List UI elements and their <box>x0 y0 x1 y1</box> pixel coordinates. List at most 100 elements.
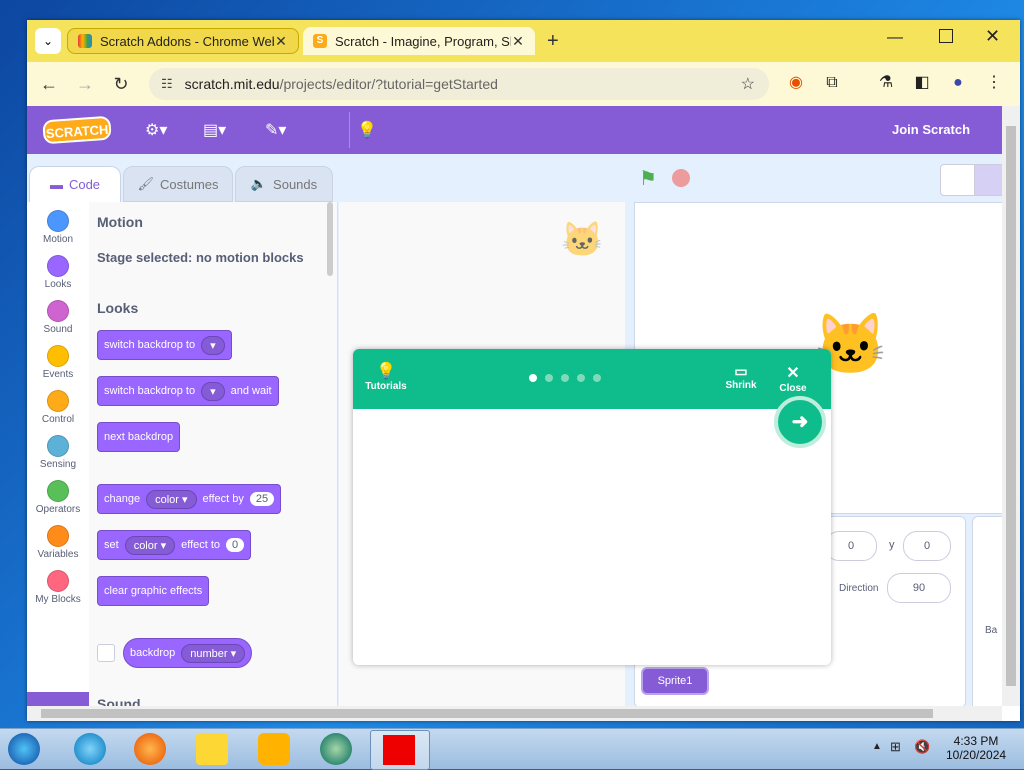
small-stage-button[interactable] <box>940 164 976 196</box>
forward-icon[interactable]: → <box>73 72 97 96</box>
next-step-arrow-icon[interactable]: ➜ <box>774 396 826 448</box>
block-switch-backdrop-and-wait[interactable]: switch backdrop to ▾ and wait <box>97 376 279 406</box>
block-next-backdrop[interactable]: next backdrop <box>97 422 181 452</box>
category-motion[interactable]: Motion <box>27 206 89 250</box>
menu-kebab-icon[interactable]: ⋮ <box>979 72 1009 94</box>
category-menu: Motion Looks Sound Events Control Sensin… <box>27 202 90 706</box>
dropdown-chevron-icon[interactable]: ▾ <box>201 381 225 401</box>
block-backdrop-number[interactable]: backdrop number ▾ <box>123 638 253 668</box>
volume-muted-icon[interactable]: 🔇 <box>914 739 930 755</box>
block-change-effect[interactable]: change color ▾ effect by 25 <box>97 484 282 514</box>
y-label: y <box>889 539 895 551</box>
internet-explorer-icon[interactable] <box>74 733 106 765</box>
extension-scratch-addons-icon[interactable]: ◉ <box>781 72 811 94</box>
extensions-icon[interactable]: ⧉ <box>817 72 847 94</box>
scroll-thumb[interactable] <box>41 709 933 718</box>
category-events[interactable]: Events <box>27 341 89 385</box>
tutorials-button[interactable]: 💡 Tutorials <box>361 361 411 392</box>
tab-title: Scratch Addons - Chrome Web Store <box>100 33 274 49</box>
join-scratch-link[interactable]: Join Scratch <box>892 122 970 137</box>
stop-icon[interactable] <box>672 169 690 187</box>
clock[interactable]: 4:33 PM 10/20/2024 <box>946 734 1006 762</box>
tab-costumes[interactable]: 🖌 Costumes <box>123 166 233 202</box>
tray-expand-icon[interactable]: ▲ <box>872 741 882 752</box>
category-sound[interactable]: Sound <box>27 296 89 340</box>
reload-icon[interactable]: ↻ <box>109 72 133 96</box>
minimize-button[interactable]: — <box>887 29 903 47</box>
media-player-icon[interactable] <box>258 733 290 765</box>
site-info-icon[interactable]: ☷ <box>161 76 173 92</box>
category-operators[interactable]: Operators <box>27 476 89 520</box>
tab-strip: ⌄ Scratch Addons - Chrome Web Store ✕ S … <box>27 20 1020 62</box>
green-flag-icon[interactable]: ⚑ <box>639 166 657 191</box>
tab-label: Costumes <box>159 176 219 192</box>
sprite-watermark-icon: 🐱 <box>561 221 604 259</box>
menu-divider <box>349 112 350 148</box>
new-tab-button[interactable]: + <box>547 30 559 53</box>
dropdown-chevron-icon[interactable]: ▾ <box>201 335 225 355</box>
direction-field[interactable]: 90 <box>887 573 951 603</box>
block-switch-backdrop[interactable]: switch backdrop to ▾ <box>97 330 232 360</box>
category-sensing[interactable]: Sensing <box>27 431 89 475</box>
maximize-button[interactable] <box>939 29 953 43</box>
scratch-logo[interactable]: SCRATCH <box>42 115 112 145</box>
speaker-icon: 🔈 <box>250 176 268 191</box>
network-icon[interactable]: ⊞ <box>890 739 901 755</box>
vertical-scrollbar[interactable] <box>1002 106 1020 706</box>
file-explorer-icon[interactable] <box>196 733 228 765</box>
category-looks[interactable]: Looks <box>27 251 89 295</box>
number-input[interactable]: 25 <box>249 492 275 506</box>
tutorial-video-area[interactable] <box>353 409 831 665</box>
tab-code[interactable]: ▬ Code <box>29 166 121 202</box>
step-dot-current[interactable] <box>529 374 537 382</box>
normal-stage-button[interactable] <box>974 164 1002 196</box>
profile-avatar-icon[interactable]: ● <box>943 72 973 94</box>
tutorials-lightbulb-icon[interactable]: 💡 <box>357 120 377 140</box>
extensions-button[interactable] <box>27 692 89 706</box>
bookmark-star-icon[interactable]: ☆ <box>741 74 755 94</box>
file-menu-icon[interactable]: ▤▾ <box>203 120 226 140</box>
block-set-effect[interactable]: set color ▾ effect to 0 <box>97 530 252 560</box>
category-my-blocks[interactable]: My Blocks <box>27 566 89 610</box>
edit-menu-icon[interactable]: ✎▾ <box>265 120 286 140</box>
labs-icon[interactable]: ⚗ <box>871 72 901 94</box>
block-clear-graphic-effects[interactable]: clear graphic effects <box>97 576 210 606</box>
address-bar[interactable]: ☷ scratch.mit.edu /projects/editor/?tuto… <box>149 68 769 100</box>
scroll-thumb[interactable] <box>1006 126 1016 686</box>
taskbar-active-window[interactable] <box>370 730 430 770</box>
category-variables[interactable]: Variables <box>27 521 89 565</box>
sprite-thumbnail[interactable]: Sprite1 <box>641 667 709 695</box>
tutorial-modal: 💡 Tutorials ▭ Shrink ✕ Close <box>353 349 831 665</box>
category-control[interactable]: Control <box>27 386 89 430</box>
step-dot[interactable] <box>593 374 601 382</box>
close-window-button[interactable]: ✕ <box>985 26 1000 47</box>
close-tab-icon[interactable]: ✕ <box>274 33 288 50</box>
horizontal-scrollbar[interactable] <box>27 706 1002 721</box>
direction-label: Direction <box>839 583 879 594</box>
app-window-icon <box>383 735 415 765</box>
close-tab-icon[interactable]: ✕ <box>511 33 525 50</box>
side-panel-icon[interactable]: ◧ <box>907 72 937 94</box>
reporter-checkbox[interactable] <box>97 644 115 662</box>
tab-scratch-editor[interactable]: S Scratch - Imagine, Program, Share ✕ <box>303 27 535 55</box>
firefox-icon[interactable] <box>134 733 166 765</box>
step-dot[interactable] <box>577 374 585 382</box>
number-input[interactable]: 0 <box>226 538 245 552</box>
back-icon[interactable]: ← <box>37 72 61 96</box>
tab-scratch-addons[interactable]: Scratch Addons - Chrome Web Store ✕ <box>67 28 299 54</box>
palette-heading-sound: Sound <box>97 696 141 706</box>
tab-search-button[interactable]: ⌄ <box>35 28 61 54</box>
palette-scrollbar[interactable] <box>327 202 333 276</box>
app-icon[interactable] <box>320 733 352 765</box>
start-button-icon[interactable] <box>8 733 40 765</box>
shrink-button[interactable]: ▭ Shrink <box>719 363 763 391</box>
x-field[interactable]: 0 <box>825 531 877 561</box>
step-dot[interactable] <box>545 374 553 382</box>
tab-sounds[interactable]: 🔈 Sounds <box>235 166 333 202</box>
block-palette: Motion Stage selected: no motion blocks … <box>89 202 338 706</box>
brush-icon: 🖌 <box>137 176 154 191</box>
settings-gear-icon[interactable]: ⚙▾ <box>145 120 167 140</box>
step-dot[interactable] <box>561 374 569 382</box>
close-tutorial-button[interactable]: ✕ Close <box>773 363 813 394</box>
y-field[interactable]: 0 <box>903 531 951 561</box>
